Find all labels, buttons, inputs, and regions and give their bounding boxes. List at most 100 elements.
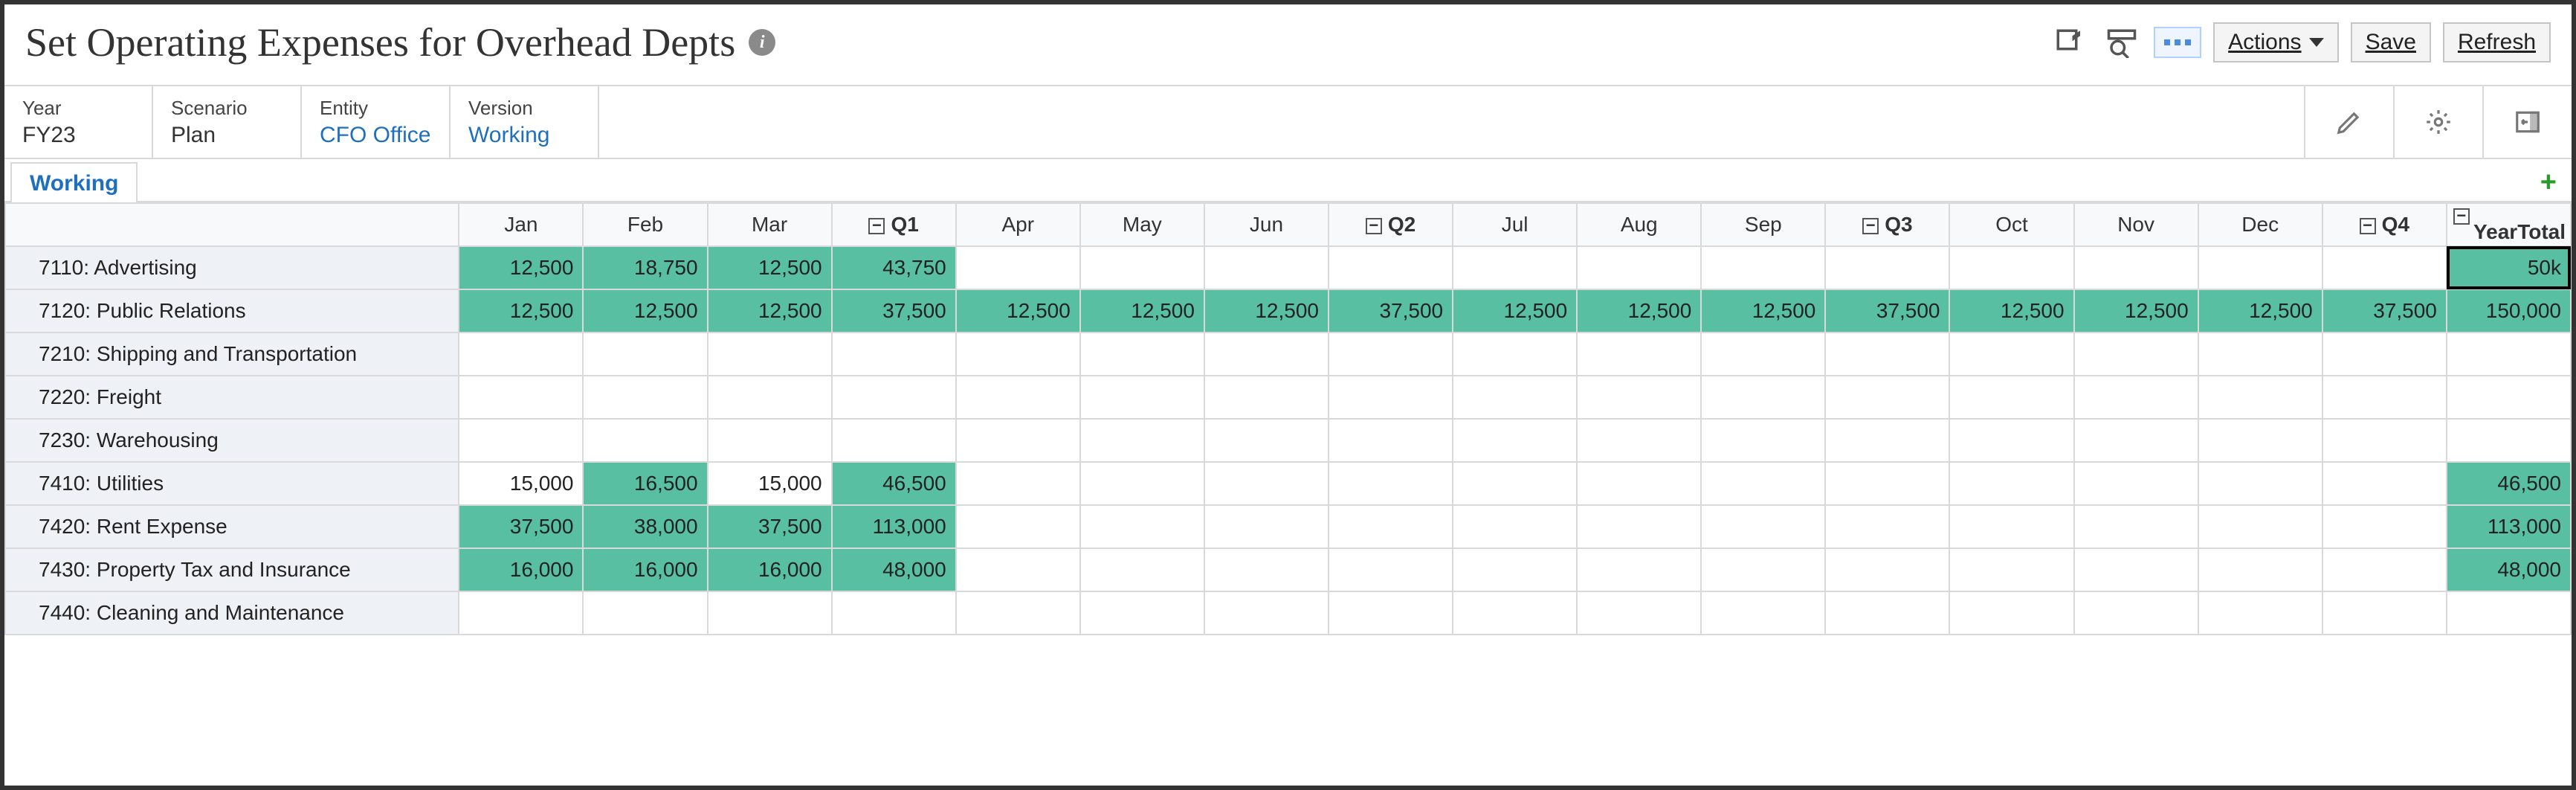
grid-cell[interactable]: 37,500 bbox=[459, 505, 583, 548]
col-header-Sep[interactable]: Sep bbox=[1701, 203, 1825, 246]
grid-cell[interactable] bbox=[1577, 548, 1701, 591]
row-header[interactable]: 7220: Freight bbox=[5, 376, 459, 419]
grid-cell[interactable] bbox=[1453, 419, 1577, 462]
grid-cell[interactable] bbox=[2074, 548, 2198, 591]
grid-cell[interactable] bbox=[1080, 591, 1204, 635]
grid-cell[interactable] bbox=[2198, 505, 2322, 548]
grid-cell[interactable] bbox=[2198, 591, 2322, 635]
pov-year[interactable]: Year FY23 bbox=[4, 86, 153, 158]
grid-cell[interactable]: 113,000 bbox=[832, 505, 956, 548]
col-header-Q1[interactable]: −Q1 bbox=[832, 203, 956, 246]
col-header-Apr[interactable]: Apr bbox=[956, 203, 1080, 246]
grid-cell[interactable] bbox=[1329, 376, 1453, 419]
grid-cell[interactable] bbox=[2074, 419, 2198, 462]
grid-cell[interactable] bbox=[1825, 462, 1949, 505]
grid-cell[interactable] bbox=[1080, 333, 1204, 376]
grid-cell[interactable] bbox=[1701, 505, 1825, 548]
grid-cell[interactable]: 12,500 bbox=[708, 289, 832, 333]
grid-cell[interactable]: 113,000 bbox=[2447, 505, 2571, 548]
col-header-Q3[interactable]: −Q3 bbox=[1825, 203, 1949, 246]
grid-cell[interactable] bbox=[832, 591, 956, 635]
grid-cell[interactable] bbox=[956, 376, 1080, 419]
col-header-Feb[interactable]: Feb bbox=[583, 203, 707, 246]
grid-cell[interactable] bbox=[459, 419, 583, 462]
grid-cell[interactable] bbox=[1453, 591, 1577, 635]
grid-cell[interactable]: 12,500 bbox=[459, 289, 583, 333]
grid-cell[interactable]: 12,500 bbox=[1204, 289, 1329, 333]
grid-cell[interactable] bbox=[2074, 246, 2198, 289]
grid-cell[interactable] bbox=[1577, 591, 1701, 635]
grid-cell[interactable] bbox=[1453, 333, 1577, 376]
grid-cell[interactable]: 12,500 bbox=[459, 246, 583, 289]
grid-cell[interactable]: 12,500 bbox=[1080, 289, 1204, 333]
grid-cell[interactable] bbox=[708, 376, 832, 419]
grid-cell[interactable] bbox=[2198, 419, 2322, 462]
grid-cell[interactable]: 48,000 bbox=[832, 548, 956, 591]
edit-icon[interactable] bbox=[2050, 22, 2090, 62]
grid-cell[interactable] bbox=[1329, 505, 1453, 548]
grid-cell[interactable] bbox=[2198, 548, 2322, 591]
grid-cell[interactable] bbox=[583, 333, 707, 376]
grid-cell[interactable] bbox=[2322, 591, 2447, 635]
pov-panel-toggle-icon[interactable] bbox=[2482, 86, 2572, 158]
grid-cell[interactable]: 12,500 bbox=[1453, 289, 1577, 333]
col-header-YearTotal[interactable]: −YearTotal bbox=[2447, 203, 2571, 246]
grid-cell[interactable]: 16,500 bbox=[583, 462, 707, 505]
col-header-Q2[interactable]: −Q2 bbox=[1329, 203, 1453, 246]
grid-cell[interactable] bbox=[1701, 462, 1825, 505]
grid-cell[interactable] bbox=[2074, 462, 2198, 505]
grid-cell[interactable] bbox=[2074, 376, 2198, 419]
grid-cell[interactable] bbox=[1577, 333, 1701, 376]
grid-cell[interactable] bbox=[459, 376, 583, 419]
col-header-Jun[interactable]: Jun bbox=[1204, 203, 1329, 246]
pov-settings-icon[interactable] bbox=[2393, 86, 2482, 158]
grid-cell[interactable] bbox=[1577, 246, 1701, 289]
collapse-icon[interactable]: − bbox=[868, 218, 885, 234]
grid-cell[interactable] bbox=[1949, 591, 2073, 635]
grid-cell[interactable] bbox=[1949, 505, 2073, 548]
grid-cell[interactable] bbox=[708, 333, 832, 376]
grid-cell[interactable] bbox=[1204, 505, 1329, 548]
grid-cell[interactable] bbox=[1949, 376, 2073, 419]
grid-cell[interactable] bbox=[1329, 548, 1453, 591]
grid-cell[interactable]: 16,000 bbox=[583, 548, 707, 591]
grid-cell[interactable] bbox=[2322, 462, 2447, 505]
grid-cell[interactable] bbox=[708, 419, 832, 462]
grid-cell[interactable] bbox=[583, 376, 707, 419]
grid-cell[interactable]: 15,000 bbox=[459, 462, 583, 505]
grid-cell[interactable] bbox=[1329, 591, 1453, 635]
grid-cell[interactable] bbox=[956, 462, 1080, 505]
save-button[interactable]: Save bbox=[2351, 22, 2431, 62]
grid-cell[interactable] bbox=[956, 505, 1080, 548]
grid-cell[interactable] bbox=[1949, 246, 2073, 289]
grid-cell[interactable] bbox=[1825, 333, 1949, 376]
grid-cell[interactable] bbox=[1329, 246, 1453, 289]
grid-cell[interactable]: 12,500 bbox=[1701, 289, 1825, 333]
grid-cell[interactable] bbox=[1949, 419, 2073, 462]
grid-cell[interactable] bbox=[1577, 376, 1701, 419]
grid-cell[interactable] bbox=[2074, 333, 2198, 376]
row-header[interactable]: 7120: Public Relations bbox=[5, 289, 459, 333]
actions-button[interactable]: Actions bbox=[2213, 22, 2338, 62]
grid-cell[interactable] bbox=[1204, 246, 1329, 289]
grid-cell[interactable] bbox=[1577, 462, 1701, 505]
grid-cell[interactable] bbox=[1080, 505, 1204, 548]
tab-working[interactable]: Working bbox=[10, 162, 138, 202]
grid-cell[interactable] bbox=[1453, 246, 1577, 289]
grid-cell[interactable] bbox=[2322, 419, 2447, 462]
pov-entity[interactable]: Entity CFO Office bbox=[302, 86, 451, 158]
grid-cell[interactable] bbox=[1701, 419, 1825, 462]
info-icon[interactable]: i bbox=[749, 29, 775, 56]
grid-cell[interactable]: 46,500 bbox=[2447, 462, 2571, 505]
grid-cell[interactable] bbox=[708, 591, 832, 635]
grid-cell[interactable] bbox=[1825, 548, 1949, 591]
grid-cell[interactable] bbox=[1080, 462, 1204, 505]
col-header-Mar[interactable]: Mar bbox=[708, 203, 832, 246]
grid-cell[interactable] bbox=[1204, 548, 1329, 591]
collapse-icon[interactable]: − bbox=[1862, 218, 1879, 234]
row-header[interactable]: 7210: Shipping and Transportation bbox=[5, 333, 459, 376]
collapse-icon[interactable]: − bbox=[2360, 218, 2376, 234]
grid-cell[interactable]: 12,500 bbox=[708, 246, 832, 289]
grid-cell[interactable] bbox=[1825, 505, 1949, 548]
add-tab-icon[interactable]: + bbox=[2540, 167, 2557, 199]
